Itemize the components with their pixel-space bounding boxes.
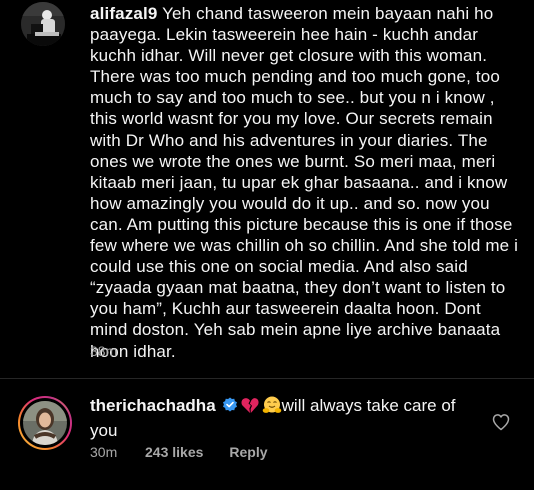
comment-item-2: therichachadha will always take care of y… bbox=[0, 379, 534, 490]
avatar-story-ring[interactable] bbox=[18, 396, 72, 450]
reply-button[interactable]: Reply bbox=[229, 444, 267, 460]
comment-item-1: alifazal9 Yeh chand tasweeron mein bayaa… bbox=[0, 0, 534, 380]
comment-text-1: alifazal9 Yeh chand tasweeron mein bayaa… bbox=[90, 3, 522, 362]
comment-username-2[interactable]: therichachadha bbox=[90, 396, 216, 415]
avatar-alifazal9[interactable] bbox=[21, 2, 65, 46]
verified-badge-icon bbox=[222, 397, 238, 413]
comment-time-2: 30m bbox=[90, 444, 118, 460]
comment-body-1: Yeh chand tasweeron mein bayaan nahi ho … bbox=[90, 4, 519, 361]
comment-text-2: therichachadha will always take care of y… bbox=[90, 395, 470, 441]
avatar-therichachadha[interactable] bbox=[23, 401, 67, 445]
avatar-ring-gap bbox=[20, 398, 70, 448]
like-heart-icon[interactable] bbox=[491, 412, 511, 432]
comment-likes-count[interactable]: 243 likes bbox=[145, 444, 203, 460]
comment-meta-1: 38m bbox=[90, 343, 117, 359]
broken-heart-emoji bbox=[241, 397, 259, 420]
comment-time-1: 38m bbox=[90, 343, 118, 359]
comment-meta-2: 30m 243 likes Reply bbox=[90, 444, 268, 460]
comment-username-1[interactable]: alifazal9 bbox=[90, 4, 158, 23]
hugging-face-emoji bbox=[262, 396, 282, 420]
